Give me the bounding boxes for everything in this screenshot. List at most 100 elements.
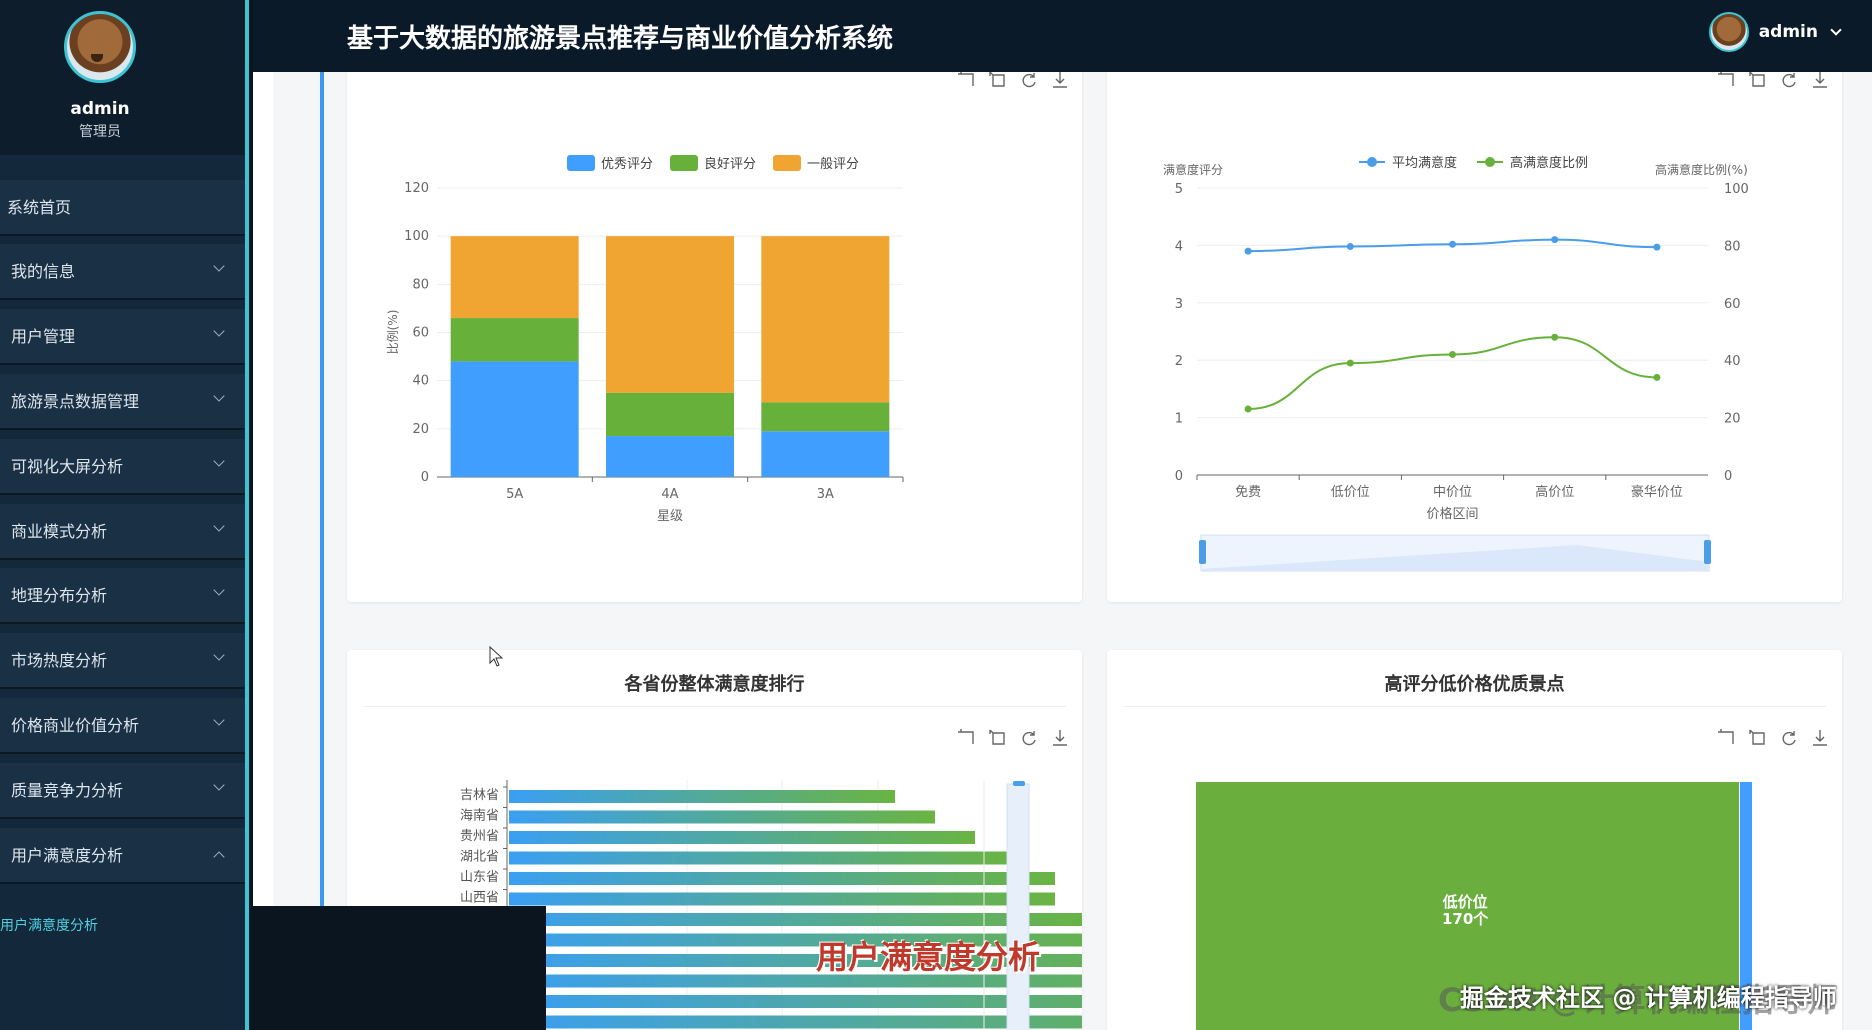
legend-label: 高满意度比例 (1510, 155, 1588, 171)
main-content[interactable]: 0 20 40 60 80 100 120 比例(%) 5A 4A 3A 星级 优秀评分 良好评分 一般评分… (273, 72, 1872, 1030)
y-tick-label-left: 2 (1175, 354, 1183, 369)
card-title: 高评分低价格优质景点 (1384, 674, 1565, 695)
sidebar-item-geo[interactable]: 地理分布分析 (0, 568, 245, 624)
chevron-down-icon[interactable] (213, 779, 225, 791)
chevron-down-icon[interactable] (213, 325, 225, 337)
y-tick-label-right: 100 (1724, 182, 1749, 197)
sidebar-item-label: 价格商业价值分析 (11, 716, 140, 735)
data-point (1551, 333, 1559, 341)
treemap-label-value: 170个 (1442, 910, 1489, 928)
sidebar-item-label: 旅游景点数据管理 (11, 392, 140, 411)
x-tick-label: 中价位 (1433, 485, 1472, 500)
x-tick-label: 4A (661, 487, 678, 502)
bar-5A-优秀评分 (450, 361, 579, 477)
download-icon[interactable] (1050, 72, 1070, 90)
chevron-down-icon[interactable] (213, 260, 225, 272)
restore-icon[interactable] (1748, 728, 1768, 748)
bar-四川省 (509, 1015, 1082, 1029)
y-tick-label: 山东省 (460, 870, 499, 885)
bar-4A-良好评分 (606, 392, 734, 437)
sidebar-item-label: 地理分布分析 (11, 586, 108, 605)
download-icon[interactable] (1810, 728, 1830, 748)
sidebar-item-market[interactable]: 市场热度分析 (0, 633, 245, 689)
y-tick-label-left: 3 (1175, 297, 1183, 312)
user-menu[interactable]: admin (1708, 12, 1842, 52)
y-tick-label-left: 0 (1175, 469, 1183, 484)
avatar[interactable] (64, 11, 136, 83)
zoom-icon[interactable] (957, 72, 977, 90)
data-point (1449, 240, 1456, 248)
sidebar-item-business-model[interactable]: 商业模式分析 (0, 504, 245, 560)
x-tick-label: 低价位 (1331, 485, 1370, 500)
refresh-icon[interactable] (1019, 728, 1039, 748)
bar-吉林省 (509, 790, 895, 803)
star-rating-stacked-bar-chart: 0 20 40 60 80 100 120 比例(%) 5A 4A 3A 星级 优秀评分 良好评分 一般评分 (386, 155, 904, 524)
chevron-down-icon[interactable] (213, 649, 225, 661)
restore-icon[interactable] (988, 72, 1008, 90)
sidebar-subitem-user-satisfaction[interactable]: 用户满意度分析 (0, 915, 98, 935)
legend-label: 良好评分 (704, 156, 756, 172)
sidebar-item-label: 用户满意度分析 (11, 846, 124, 865)
app-title: 基于大数据的旅游景点推荐与商业价值分析系统 (347, 24, 894, 54)
y-tick-label-left: 4 (1175, 239, 1183, 254)
sidebar-item-home[interactable]: 系统首页 (0, 180, 245, 236)
sidebar-item-dashboard[interactable]: 可视化大屏分析 (0, 439, 245, 495)
restore-icon[interactable] (988, 728, 1008, 748)
sidebar-item-price[interactable]: 价格商业价值分析 (0, 698, 245, 754)
legend-label: 平均满意度 (1392, 155, 1457, 171)
sidebar-item-label: 用户管理 (11, 327, 76, 346)
zoom-icon[interactable] (957, 728, 977, 748)
y-tick-label-left: 1 (1175, 412, 1183, 427)
legend-swatch (567, 155, 595, 171)
sidebar-continuation (273, 906, 546, 1030)
chevron-down-icon[interactable] (213, 390, 225, 402)
download-icon[interactable] (1810, 72, 1830, 90)
legend-label: 一般评分 (807, 156, 859, 172)
chevron-down-icon[interactable] (213, 520, 225, 532)
y-tick-label: 0 (421, 470, 429, 485)
chart-toolbox (1717, 72, 1830, 90)
chart-toolbox (1717, 728, 1830, 748)
refresh-icon[interactable] (1779, 728, 1799, 748)
zoom-icon[interactable] (1717, 728, 1737, 748)
sidebar-item-label: 我的信息 (11, 262, 76, 281)
data-point (1346, 359, 1354, 367)
bar-辽宁省 (509, 913, 1082, 926)
x-axis-label: 价格区间 (1426, 506, 1478, 522)
divider (363, 706, 1066, 707)
data-point (1551, 236, 1559, 244)
profile-username: admin (70, 99, 130, 119)
refresh-icon[interactable] (1779, 72, 1799, 90)
sidebar-item-satisfaction[interactable]: 用户满意度分析 (0, 828, 245, 884)
sidebar-item-user-mgmt[interactable]: 用户管理 (0, 309, 245, 365)
y-tick-label: 80 (412, 277, 429, 292)
data-point (1244, 247, 1252, 255)
header-username[interactable]: admin (1759, 22, 1818, 42)
chevron-up-icon[interactable] (213, 851, 225, 863)
user-avatar-icon[interactable] (1708, 12, 1749, 52)
refresh-icon[interactable] (1019, 72, 1039, 90)
chevron-down-icon[interactable] (213, 714, 225, 726)
chevron-down-icon[interactable] (213, 455, 225, 467)
sidebar-item-my-info[interactable]: 我的信息 (0, 244, 245, 300)
zoom-icon[interactable] (1717, 72, 1737, 90)
profile-panel: admin 管理员 (0, 0, 245, 155)
chevron-down-icon[interactable] (1830, 23, 1842, 36)
bar-山东省 (509, 872, 1055, 885)
sidebar-item-spot-data[interactable]: 旅游景点数据管理 (0, 374, 245, 430)
sidebar-item-label: 可视化大屏分析 (11, 457, 124, 476)
bar-5A-良好评分 (450, 318, 579, 362)
legend-marker (1485, 157, 1495, 167)
treemap-label-name: 低价位 (1442, 893, 1488, 911)
data-point (1653, 243, 1661, 251)
price-satisfaction-line-chart: 0 1 2 3 4 5 0 20 40 60 80 100 满意度评分 高满意度比例(%) 免费 低价位 中价位… (1163, 155, 1749, 572)
star-rating-chart-card: 0 20 40 60 80 100 120 比例(%) 5A 4A 3A 星级 优秀评分 良好评分 一般评分 (347, 72, 1082, 602)
download-icon[interactable] (1050, 728, 1070, 748)
restore-icon[interactable] (1748, 72, 1768, 90)
data-point (1244, 405, 1252, 413)
y-tick-label: 100 (404, 229, 429, 244)
chevron-down-icon[interactable] (213, 584, 225, 596)
y-tick-label: 贵州省 (460, 829, 499, 844)
sidebar-item-quality[interactable]: 质量竞争力分析 (0, 763, 245, 819)
bar-3A-良好评分 (761, 402, 890, 432)
